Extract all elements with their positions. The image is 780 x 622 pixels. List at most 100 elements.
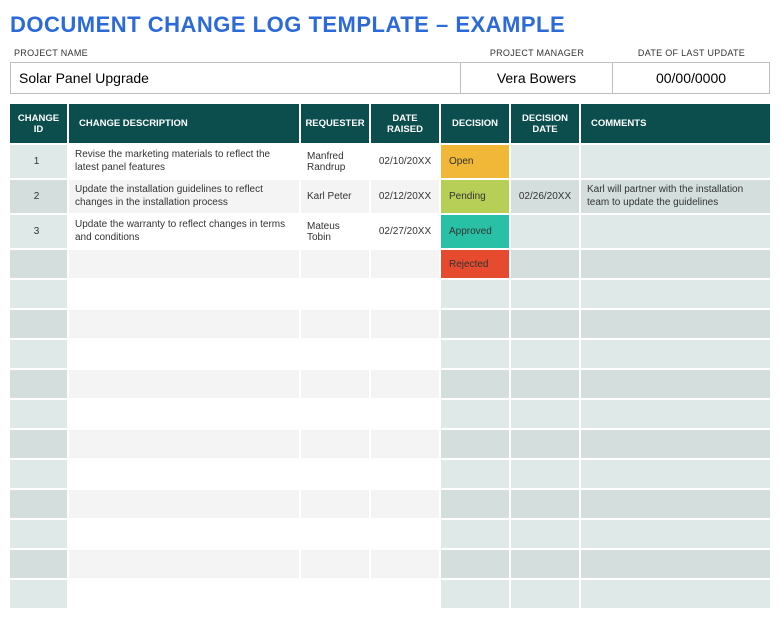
cell-change-id[interactable]: 3 bbox=[10, 214, 68, 249]
cell-change-id[interactable] bbox=[10, 249, 68, 279]
cell-change-description[interactable] bbox=[68, 519, 300, 549]
cell-decision-date[interactable] bbox=[510, 549, 580, 579]
cell-decision[interactable] bbox=[440, 369, 510, 399]
cell-date-raised[interactable]: 02/12/20XX bbox=[370, 179, 440, 214]
cell-date-raised[interactable] bbox=[370, 369, 440, 399]
cell-date-raised[interactable] bbox=[370, 279, 440, 309]
cell-change-id[interactable] bbox=[10, 339, 68, 369]
cell-date-raised[interactable] bbox=[370, 429, 440, 459]
cell-change-description[interactable] bbox=[68, 429, 300, 459]
cell-comments[interactable] bbox=[580, 309, 770, 339]
cell-decision-date[interactable] bbox=[510, 279, 580, 309]
cell-decision-date[interactable] bbox=[510, 459, 580, 489]
cell-comments[interactable] bbox=[580, 369, 770, 399]
cell-change-id[interactable] bbox=[10, 369, 68, 399]
cell-decision[interactable]: Rejected bbox=[440, 249, 510, 279]
cell-change-description[interactable]: Revise the marketing materials to reflec… bbox=[68, 144, 300, 179]
cell-decision-date[interactable]: 02/26/20XX bbox=[510, 179, 580, 214]
cell-decision-date[interactable] bbox=[510, 489, 580, 519]
cell-comments[interactable] bbox=[580, 399, 770, 429]
cell-requester[interactable] bbox=[300, 249, 370, 279]
cell-change-description[interactable] bbox=[68, 309, 300, 339]
cell-change-description[interactable] bbox=[68, 279, 300, 309]
cell-change-description[interactable]: Update the warranty to reflect changes i… bbox=[68, 214, 300, 249]
cell-change-description[interactable] bbox=[68, 459, 300, 489]
cell-change-id[interactable] bbox=[10, 279, 68, 309]
cell-decision-date[interactable] bbox=[510, 214, 580, 249]
cell-date-raised[interactable] bbox=[370, 339, 440, 369]
cell-decision[interactable] bbox=[440, 519, 510, 549]
cell-change-id[interactable] bbox=[10, 399, 68, 429]
cell-requester[interactable]: Manfred Randrup bbox=[300, 144, 370, 179]
cell-date-raised[interactable] bbox=[370, 549, 440, 579]
cell-requester[interactable] bbox=[300, 459, 370, 489]
cell-comments[interactable] bbox=[580, 279, 770, 309]
cell-change-description[interactable] bbox=[68, 579, 300, 609]
cell-decision[interactable] bbox=[440, 279, 510, 309]
cell-comments[interactable] bbox=[580, 459, 770, 489]
cell-comments[interactable] bbox=[580, 214, 770, 249]
cell-decision[interactable] bbox=[440, 579, 510, 609]
cell-change-id[interactable] bbox=[10, 489, 68, 519]
cell-date-raised[interactable] bbox=[370, 399, 440, 429]
cell-date-raised[interactable] bbox=[370, 459, 440, 489]
cell-comments[interactable] bbox=[580, 579, 770, 609]
cell-requester[interactable] bbox=[300, 339, 370, 369]
cell-decision[interactable]: Approved bbox=[440, 214, 510, 249]
cell-decision[interactable] bbox=[440, 549, 510, 579]
cell-requester[interactable] bbox=[300, 369, 370, 399]
cell-change-id[interactable] bbox=[10, 579, 68, 609]
cell-decision[interactable]: Pending bbox=[440, 179, 510, 214]
cell-requester[interactable] bbox=[300, 489, 370, 519]
cell-comments[interactable] bbox=[580, 519, 770, 549]
cell-decision-date[interactable] bbox=[510, 519, 580, 549]
cell-date-raised[interactable] bbox=[370, 519, 440, 549]
cell-decision[interactable] bbox=[440, 399, 510, 429]
cell-change-description[interactable] bbox=[68, 489, 300, 519]
cell-change-id[interactable]: 2 bbox=[10, 179, 68, 214]
cell-comments[interactable] bbox=[580, 249, 770, 279]
cell-requester[interactable] bbox=[300, 309, 370, 339]
cell-decision-date[interactable] bbox=[510, 369, 580, 399]
cell-change-description[interactable] bbox=[68, 549, 300, 579]
cell-decision[interactable] bbox=[440, 459, 510, 489]
cell-change-description[interactable] bbox=[68, 339, 300, 369]
cell-decision[interactable] bbox=[440, 339, 510, 369]
cell-change-id[interactable] bbox=[10, 549, 68, 579]
cell-decision[interactable] bbox=[440, 489, 510, 519]
cell-requester[interactable] bbox=[300, 579, 370, 609]
cell-date-raised[interactable] bbox=[370, 309, 440, 339]
cell-decision-date[interactable] bbox=[510, 579, 580, 609]
cell-date-raised[interactable]: 02/10/20XX bbox=[370, 144, 440, 179]
project-name-field[interactable]: Solar Panel Upgrade bbox=[10, 62, 461, 94]
cell-decision[interactable] bbox=[440, 429, 510, 459]
cell-change-id[interactable]: 1 bbox=[10, 144, 68, 179]
cell-requester[interactable] bbox=[300, 549, 370, 579]
cell-change-description[interactable] bbox=[68, 249, 300, 279]
cell-decision-date[interactable] bbox=[510, 399, 580, 429]
cell-date-raised[interactable]: 02/27/20XX bbox=[370, 214, 440, 249]
cell-requester[interactable] bbox=[300, 279, 370, 309]
cell-requester[interactable] bbox=[300, 429, 370, 459]
cell-change-description[interactable]: Update the installation guidelines to re… bbox=[68, 179, 300, 214]
cell-change-id[interactable] bbox=[10, 309, 68, 339]
cell-requester[interactable] bbox=[300, 399, 370, 429]
cell-comments[interactable] bbox=[580, 144, 770, 179]
cell-comments[interactable]: Karl will partner with the installation … bbox=[580, 179, 770, 214]
cell-change-id[interactable] bbox=[10, 459, 68, 489]
cell-comments[interactable] bbox=[580, 339, 770, 369]
cell-comments[interactable] bbox=[580, 489, 770, 519]
cell-change-description[interactable] bbox=[68, 399, 300, 429]
cell-change-description[interactable] bbox=[68, 369, 300, 399]
cell-date-raised[interactable] bbox=[370, 579, 440, 609]
cell-decision-date[interactable] bbox=[510, 309, 580, 339]
cell-date-raised[interactable] bbox=[370, 489, 440, 519]
cell-decision[interactable]: Open bbox=[440, 144, 510, 179]
cell-change-id[interactable] bbox=[10, 429, 68, 459]
cell-comments[interactable] bbox=[580, 549, 770, 579]
cell-decision-date[interactable] bbox=[510, 339, 580, 369]
project-manager-field[interactable]: Vera Bowers bbox=[461, 62, 613, 94]
cell-change-id[interactable] bbox=[10, 519, 68, 549]
cell-date-raised[interactable] bbox=[370, 249, 440, 279]
cell-decision-date[interactable] bbox=[510, 144, 580, 179]
